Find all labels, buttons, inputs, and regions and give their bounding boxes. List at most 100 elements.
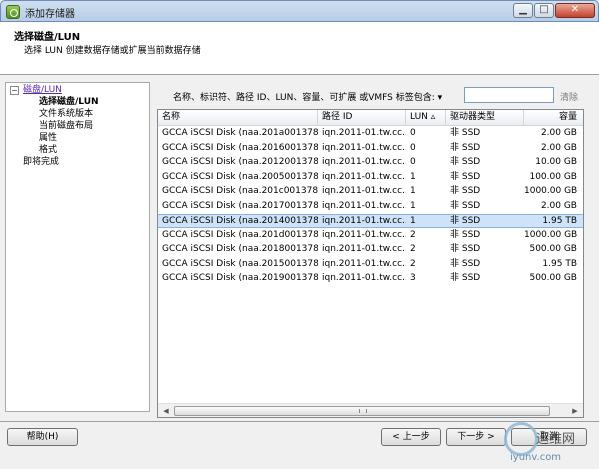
watermark-url: iyunv.com bbox=[510, 452, 562, 463]
step-fs-version[interactable]: 文件系统版本 bbox=[39, 109, 93, 120]
grip-icon bbox=[359, 409, 367, 413]
cell-path-id: iqn.2011-01.tw.cc... bbox=[322, 216, 406, 226]
cell-path-id: iqn.2011-01.tw.cc... bbox=[322, 273, 406, 283]
col-name[interactable]: 名称 bbox=[158, 110, 318, 126]
table-row[interactable]: GCCA iSCSI Disk (naa.20150013789... iqn.2… bbox=[158, 258, 583, 272]
cell-drive-type: 非 SSD bbox=[450, 157, 481, 167]
cell-lun: 1 bbox=[410, 200, 416, 211]
cell-capacity: 1.95 TB bbox=[542, 216, 577, 226]
back-button[interactable]: < 上一步 bbox=[381, 428, 441, 446]
step-properties[interactable]: 属性 bbox=[39, 133, 57, 144]
cell-drive-type: 非 SSD bbox=[450, 229, 481, 240]
cell-drive-type: 非 SSD bbox=[450, 128, 481, 138]
table-row[interactable]: GCCA iSCSI Disk (naa.20190013789... iqn.2… bbox=[158, 272, 583, 286]
cell-path-id: iqn.2011-01.tw.cc... bbox=[322, 186, 406, 196]
cell-path-id: iqn.2011-01.tw.cc... bbox=[322, 244, 406, 254]
cell-name: GCCA iSCSI Disk (naa.201c0013789... bbox=[162, 186, 318, 196]
scroll-thumb[interactable] bbox=[174, 406, 550, 416]
cell-capacity: 2.00 GB bbox=[540, 142, 577, 153]
col-lun[interactable]: LUN ▵ bbox=[406, 110, 446, 126]
cell-drive-type: 非 SSD bbox=[450, 200, 481, 211]
help-button[interactable]: 帮助(H) bbox=[7, 428, 78, 446]
close-button[interactable]: ✕ bbox=[555, 3, 595, 18]
app-icon bbox=[6, 5, 20, 19]
cell-path-id: iqn.2011-01.tw.cc... bbox=[322, 157, 406, 167]
cell-drive-type: 非 SSD bbox=[450, 273, 481, 283]
cell-lun: 3 bbox=[410, 273, 416, 283]
cell-lun: 1 bbox=[410, 216, 416, 226]
table-row[interactable]: GCCA iSCSI Disk (naa.201a0013789... iqn.2… bbox=[158, 127, 583, 141]
cell-capacity: 10.00 GB bbox=[535, 157, 577, 167]
col-capacity[interactable]: 容量 bbox=[524, 110, 583, 126]
scroll-left-icon[interactable]: ◀ bbox=[159, 405, 173, 417]
cell-capacity: 1.95 TB bbox=[542, 258, 577, 269]
step-select-disk[interactable]: 选择磁盘/LUN bbox=[39, 97, 99, 108]
cell-name: GCCA iSCSI Disk (naa.20050013789... bbox=[162, 171, 318, 182]
cell-lun: 1 bbox=[410, 186, 416, 196]
wizard-header: 选择磁盘/LUN 选择 LUN 创建数据存储或扩展当前数据存储 bbox=[0, 22, 599, 75]
table-row[interactable]: GCCA iSCSI Disk (naa.20180013789... iqn.2… bbox=[158, 243, 583, 257]
minimize-button[interactable]: ▁ bbox=[513, 3, 533, 18]
cell-drive-type: 非 SSD bbox=[450, 142, 481, 153]
table-row[interactable]: GCCA iSCSI Disk (naa.20170013789... iqn.2… bbox=[158, 200, 583, 214]
cell-lun: 1 bbox=[410, 171, 416, 182]
cell-lun: 0 bbox=[410, 142, 416, 153]
cell-lun: 2 bbox=[410, 229, 416, 240]
step-ready[interactable]: 即将完成 bbox=[23, 157, 59, 168]
cell-drive-type: 非 SSD bbox=[450, 171, 481, 182]
cell-lun: 2 bbox=[410, 244, 416, 254]
title-bar: 添加存储器 ▁ □ ✕ bbox=[0, 0, 599, 22]
cell-name: GCCA iSCSI Disk (naa.20180013789... bbox=[162, 244, 318, 254]
table-row[interactable]: GCCA iSCSI Disk (naa.20160013789... iqn.2… bbox=[158, 142, 583, 156]
cell-path-id: iqn.2011-01.tw.cc... bbox=[322, 142, 406, 153]
watermark-logo-icon bbox=[504, 422, 538, 456]
filter-input[interactable] bbox=[464, 87, 554, 103]
watermark-text: 运维网 bbox=[536, 432, 576, 447]
cell-lun: 0 bbox=[410, 157, 416, 167]
cell-path-id: iqn.2011-01.tw.cc... bbox=[322, 200, 406, 211]
cell-path-id: iqn.2011-01.tw.cc... bbox=[322, 171, 406, 182]
clear-button[interactable]: 清除 bbox=[560, 90, 578, 103]
filter-bar: 名称、标识符、路径 ID、LUN、容量、可扩展 或VMFS 标签包含: ▾ 清除 bbox=[156, 84, 592, 106]
cell-capacity: 500.00 GB bbox=[529, 273, 577, 283]
table-header: 名称 路径 ID LUN ▵ 驱动器类型 容量 bbox=[158, 110, 583, 126]
cell-path-id: iqn.2011-01.tw.cc... bbox=[322, 258, 406, 269]
horizontal-scrollbar[interactable]: ◀ ▶ bbox=[158, 403, 583, 417]
cell-capacity: 2.00 GB bbox=[540, 200, 577, 211]
filter-dropdown[interactable]: 名称、标识符、路径 ID、LUN、容量、可扩展 或VMFS 标签包含: ▾ bbox=[173, 90, 442, 103]
step-format[interactable]: 格式 bbox=[39, 145, 57, 156]
cell-drive-type: 非 SSD bbox=[450, 216, 481, 226]
table-row[interactable]: GCCA iSCSI Disk (naa.201c0013789... iqn.2… bbox=[158, 185, 583, 199]
cell-name: GCCA iSCSI Disk (naa.20190013789... bbox=[162, 273, 318, 283]
table-row[interactable]: GCCA iSCSI Disk (naa.201d0013789... iqn.2… bbox=[158, 229, 583, 243]
table-row[interactable]: GCCA iSCSI Disk (naa.20120013789... iqn.2… bbox=[158, 156, 583, 170]
cell-path-id: iqn.2011-01.tw.cc... bbox=[322, 128, 406, 138]
cell-capacity: 2.00 GB bbox=[540, 128, 577, 138]
cell-drive-type: 非 SSD bbox=[450, 244, 481, 254]
cell-name: GCCA iSCSI Disk (naa.20120013789... bbox=[162, 157, 318, 167]
page-title: 选择磁盘/LUN bbox=[14, 32, 81, 43]
step-disk-layout[interactable]: 当前磁盘布局 bbox=[39, 121, 93, 132]
cell-name: GCCA iSCSI Disk (naa.20150013789... bbox=[162, 258, 318, 269]
cell-name: GCCA iSCSI Disk (naa.201a0013789... bbox=[162, 128, 318, 138]
cell-capacity: 100.00 GB bbox=[529, 171, 577, 182]
next-button[interactable]: 下一步 > bbox=[446, 428, 506, 446]
col-path-id[interactable]: 路径 ID bbox=[318, 110, 406, 126]
cell-drive-type: 非 SSD bbox=[450, 186, 481, 196]
cell-lun: 2 bbox=[410, 258, 416, 269]
collapse-icon[interactable]: − bbox=[10, 86, 19, 95]
cell-capacity: 1000.00 GB bbox=[524, 186, 578, 196]
cell-capacity: 500.00 GB bbox=[529, 244, 577, 254]
lun-table: 名称 路径 ID LUN ▵ 驱动器类型 容量 GCCA iSCSI Disk … bbox=[157, 109, 584, 418]
watermark: 运维网 iyunv.com bbox=[504, 420, 596, 466]
col-drive-type[interactable]: 驱动器类型 bbox=[446, 110, 524, 126]
cell-name: GCCA iSCSI Disk (naa.20140013789... bbox=[162, 216, 318, 226]
step-disk-lun[interactable]: 磁盘/LUN bbox=[23, 85, 62, 96]
table-row[interactable]: GCCA iSCSI Disk (naa.20050013789... iqn.2… bbox=[158, 171, 583, 185]
scroll-right-icon[interactable]: ▶ bbox=[568, 405, 582, 417]
maximize-button[interactable]: □ bbox=[534, 3, 554, 18]
cell-path-id: iqn.2011-01.tw.cc... bbox=[322, 229, 406, 240]
table-row[interactable]: GCCA iSCSI Disk (naa.20140013789... iqn.2… bbox=[158, 214, 583, 228]
cell-capacity: 1000.00 GB bbox=[524, 229, 578, 240]
cell-lun: 0 bbox=[410, 128, 416, 138]
